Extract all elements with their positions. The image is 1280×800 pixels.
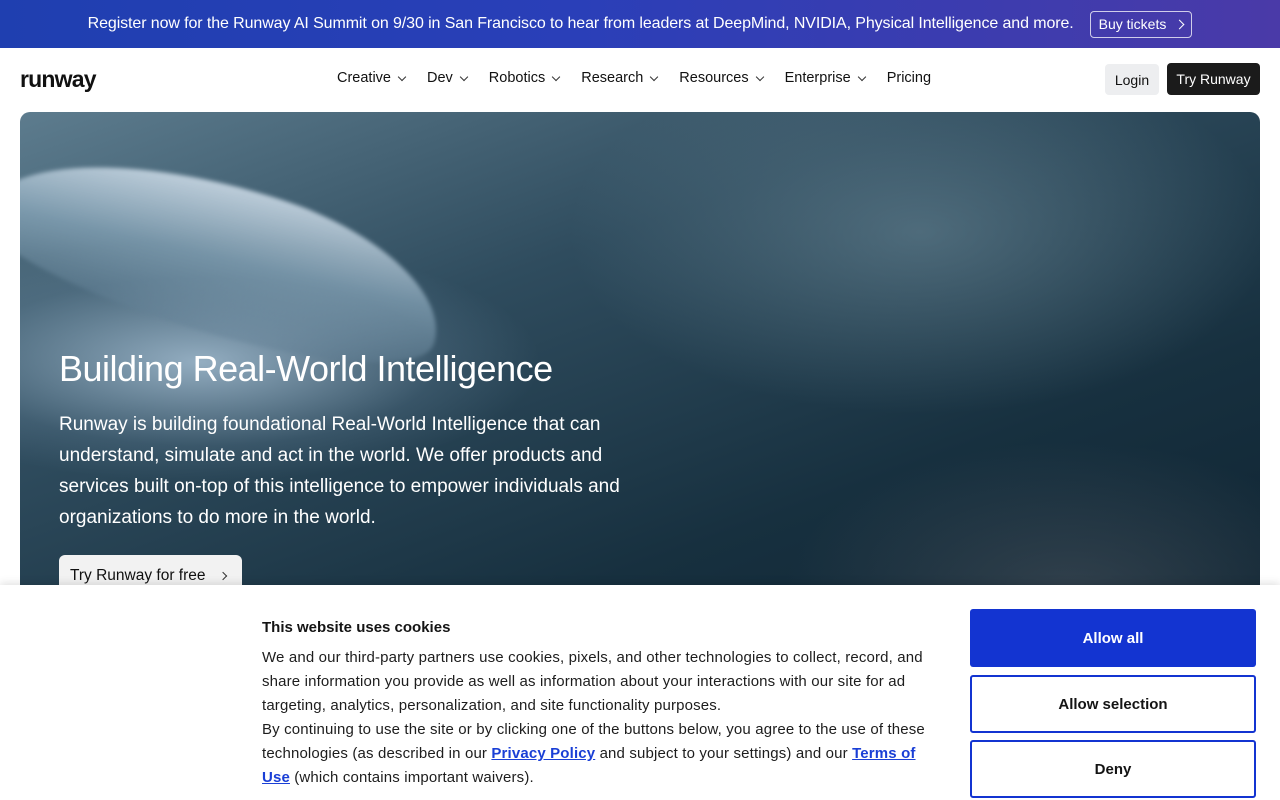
cta-label: Try Runway for free <box>70 567 206 584</box>
cookie-text-part: and subject to your settings) and our <box>595 745 853 762</box>
nav-item-research[interactable]: Research <box>581 70 659 86</box>
cookie-text: We and our third-party partners use cook… <box>262 646 926 790</box>
deny-button[interactable]: Deny <box>970 740 1256 798</box>
cookie-paragraph-2: By continuing to use the site or by clic… <box>262 718 926 790</box>
buy-tickets-label: Buy tickets <box>1098 16 1167 32</box>
allow-selection-button[interactable]: Allow selection <box>970 675 1256 733</box>
nav-item-label: Creative <box>337 70 391 86</box>
nav-item-enterprise[interactable]: Enterprise <box>784 70 866 86</box>
runway-logo[interactable]: runway <box>20 66 97 93</box>
chevron-down-icon <box>857 72 866 81</box>
nav-item-label: Pricing <box>886 70 932 86</box>
nav-item-label: Robotics <box>488 70 546 86</box>
cookie-banner: This website uses cookies We and our thi… <box>0 585 1280 800</box>
announcement-banner: Register now for the Runway AI Summit on… <box>0 0 1280 48</box>
banner-text: Register now for the Runway AI Summit on… <box>87 15 1074 32</box>
login-button[interactable]: Login <box>1105 64 1159 95</box>
hero-description: Runway is building foundational Real-Wor… <box>59 414 620 528</box>
chevron-down-icon <box>551 72 561 81</box>
nav-item-label: Resources <box>679 70 749 86</box>
nav-item-pricing[interactable]: Pricing <box>887 70 931 86</box>
cookie-title: This website uses cookies <box>262 619 451 636</box>
nav-item-dev[interactable]: Dev <box>427 70 469 86</box>
cookie-text-part: (which contains important waivers). <box>289 769 534 786</box>
hero-title: Building Real-World Intelligence <box>59 348 553 389</box>
nav-item-label: Enterprise <box>784 70 851 86</box>
chevron-down-icon <box>755 72 764 81</box>
main-nav: runway Creative Dev Robotics Research Re… <box>0 48 1280 112</box>
chevron-down-icon <box>459 72 469 81</box>
chevron-down-icon <box>397 72 407 81</box>
nav-item-resources[interactable]: Resources <box>679 70 764 86</box>
nav-item-label: Dev <box>427 70 453 86</box>
nav-item-label: Research <box>581 70 644 86</box>
allow-all-button[interactable]: Allow all <box>970 609 1256 667</box>
nav-item-creative[interactable]: Creative <box>337 70 407 86</box>
chevron-down-icon <box>650 72 659 81</box>
chevron-right-icon <box>1174 19 1185 29</box>
privacy-policy-link[interactable]: Privacy Policy <box>491 745 595 762</box>
nav-menu: Creative Dev Robotics Research Resources… <box>337 70 931 86</box>
try-runway-button[interactable]: Try Runway <box>1167 63 1260 95</box>
cookie-paragraph-1: We and our third-party partners use cook… <box>262 649 923 714</box>
chevron-right-icon <box>218 571 227 581</box>
buy-tickets-button[interactable]: Buy tickets <box>1089 10 1193 38</box>
nav-item-robotics[interactable]: Robotics <box>488 70 561 86</box>
hero-section: Building Real-World Intelligence Runway … <box>20 112 1260 632</box>
